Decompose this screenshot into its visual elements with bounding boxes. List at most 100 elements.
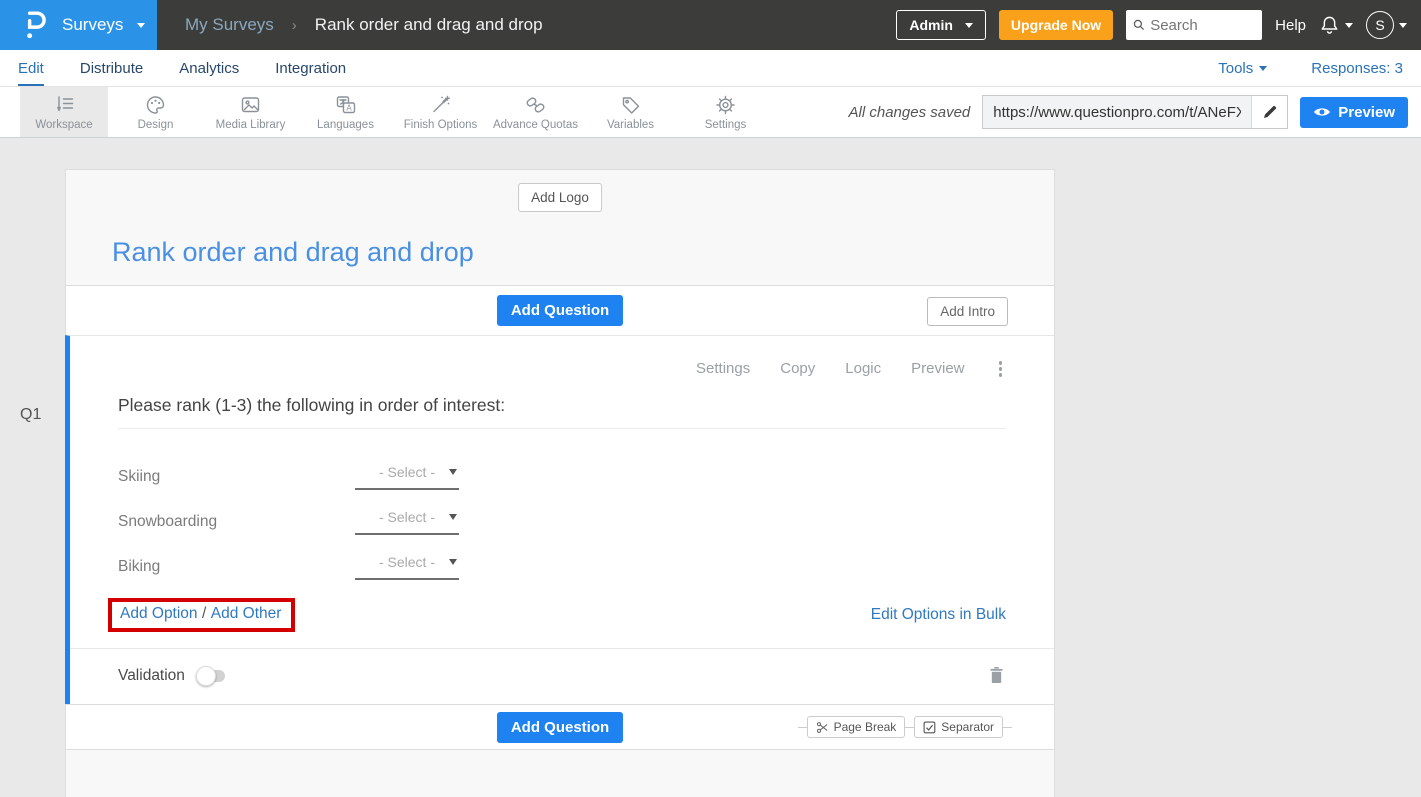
page-break-label: Page Break (834, 720, 897, 734)
question-toolbar: Settings Copy Logic Preview (118, 336, 1006, 379)
add-question-button-bottom[interactable]: Add Question (497, 712, 623, 743)
add-option-link[interactable]: Add Option (120, 605, 198, 622)
tab-integration[interactable]: Integration (275, 50, 346, 86)
question-more-menu-icon[interactable] (995, 359, 1007, 379)
palette-icon (144, 94, 167, 116)
edit-url-button[interactable] (1251, 96, 1287, 128)
rank-row: Biking - Select - (118, 545, 1006, 590)
question-text[interactable]: Please rank (1-3) the following in order… (118, 395, 1006, 416)
bell-icon (1319, 14, 1340, 36)
rank-row-label[interactable]: Snowboarding (118, 513, 355, 531)
rank-select[interactable]: - Select - (355, 554, 459, 580)
chevron-down-icon (449, 469, 457, 475)
tools-dropdown[interactable]: Tools (1218, 60, 1267, 77)
toolbar-item-variables[interactable]: Variables (583, 87, 678, 137)
account-menu[interactable]: S (1366, 11, 1407, 39)
toolbar-item-label: Languages (317, 119, 374, 131)
responses-count[interactable]: Responses: 3 (1311, 60, 1403, 77)
admin-dropdown[interactable]: Admin (896, 10, 986, 40)
trash-icon (989, 666, 1004, 684)
add-logo-button[interactable]: Add Logo (518, 183, 602, 212)
page-break-button[interactable]: Page Break (807, 716, 906, 738)
add-other-link[interactable]: Add Other (211, 605, 282, 622)
separator-button[interactable]: Separator (914, 716, 1003, 738)
chevron-down-icon (1259, 66, 1267, 71)
survey-url-input[interactable] (983, 104, 1251, 121)
upgrade-now-button[interactable]: Upgrade Now (999, 10, 1113, 40)
search-input[interactable] (1150, 17, 1255, 34)
add-intro-button[interactable]: Add Intro (927, 297, 1008, 326)
tag-icon (619, 94, 642, 116)
search-icon (1133, 18, 1145, 32)
help-link[interactable]: Help (1275, 17, 1306, 34)
gear-icon (714, 94, 737, 116)
magic-wand-icon (429, 94, 452, 116)
divider (1003, 727, 1012, 728)
toolbar-item-label: Advance Quotas (493, 119, 578, 131)
rank-row-label[interactable]: Biking (118, 558, 355, 576)
toolbar-item-media-library[interactable]: Media Library (203, 87, 298, 137)
question-text-wrap: Please rank (1-3) the following in order… (118, 395, 1006, 429)
chevron-down-icon (137, 23, 145, 28)
toolbar-item-design[interactable]: Design (108, 87, 203, 137)
toolbar-item-settings[interactable]: Settings (678, 87, 773, 137)
search-box[interactable] (1126, 10, 1262, 40)
rank-select[interactable]: - Select - (355, 509, 459, 535)
toggle-knob (196, 666, 216, 686)
header-actions: Admin Upgrade Now Help S (896, 10, 1421, 40)
annotation-highlight-box: Add Option / Add Other (108, 598, 295, 632)
rank-rows: Skiing - Select - Snowboarding - Select … (118, 455, 1006, 590)
question-copy-link[interactable]: Copy (780, 360, 815, 377)
edit-options-in-bulk-link[interactable]: Edit Options in Bulk (871, 606, 1006, 624)
toolbar-item-languages[interactable]: A Languages (298, 87, 393, 137)
translate-icon: A (334, 94, 357, 116)
breadcrumb: My Surveys › Rank order and drag and dro… (185, 15, 543, 35)
validation-row: Validation (118, 649, 1006, 704)
survey-title[interactable]: Rank order and drag and drop (112, 237, 474, 268)
chevron-down-icon (449, 514, 457, 520)
chain-link-icon (524, 94, 547, 116)
rank-select-value: - Select - (379, 554, 435, 570)
toolbar-item-advance-quotas[interactable]: Advance Quotas (488, 87, 583, 137)
product-menu[interactable]: Surveys (0, 0, 157, 50)
divider (905, 727, 914, 728)
question-preview-link[interactable]: Preview (911, 360, 964, 377)
chevron-down-icon (1399, 23, 1407, 28)
editor-toolbar: Workspace Design Media Library A Languag… (0, 87, 1421, 138)
rank-row-label[interactable]: Skiing (118, 468, 355, 486)
tab-distribute[interactable]: Distribute (80, 50, 143, 86)
preview-button[interactable]: Preview (1300, 97, 1408, 128)
survey-nav: Edit Distribute Analytics Integration To… (0, 50, 1421, 87)
toolbar-item-label: Workspace (35, 119, 92, 131)
rank-select-value: - Select - (379, 509, 435, 525)
rank-select[interactable]: - Select - (355, 464, 459, 490)
admin-dropdown-label: Admin (909, 17, 953, 33)
autosave-status: All changes saved (849, 104, 971, 121)
image-icon (239, 94, 262, 116)
toolbar-item-finish-options[interactable]: Finish Options (393, 87, 488, 137)
question-footer-strip: Add Question Page Break (65, 704, 1055, 750)
breadcrumb-my-surveys[interactable]: My Surveys (185, 15, 274, 35)
scissors-icon (816, 721, 829, 734)
tab-analytics[interactable]: Analytics (179, 50, 239, 86)
toolbar-right: All changes saved Preview (849, 87, 1421, 137)
notifications-menu[interactable] (1319, 14, 1353, 36)
link-divider: / (202, 605, 206, 622)
chevron-down-icon (1345, 23, 1353, 28)
toolbar-item-label: Design (138, 119, 174, 131)
tab-edit[interactable]: Edit (18, 50, 44, 86)
svg-text:A: A (346, 103, 352, 112)
workspace-icon (53, 94, 76, 116)
question-settings-link[interactable]: Settings (696, 360, 750, 377)
validation-toggle[interactable] (198, 670, 225, 682)
add-question-button-top[interactable]: Add Question (497, 295, 623, 326)
breadcrumb-separator: › (292, 17, 297, 34)
survey-header-section: Add Logo Rank order and drag and drop (65, 169, 1055, 286)
question-logic-link[interactable]: Logic (845, 360, 881, 377)
delete-question-button[interactable] (987, 664, 1006, 689)
toolbar-item-workspace[interactable]: Workspace (20, 87, 108, 137)
separator-label: Separator (941, 720, 994, 734)
divider (798, 727, 807, 728)
questionpro-logo (22, 10, 48, 40)
breadcrumb-current: Rank order and drag and drop (315, 15, 543, 35)
